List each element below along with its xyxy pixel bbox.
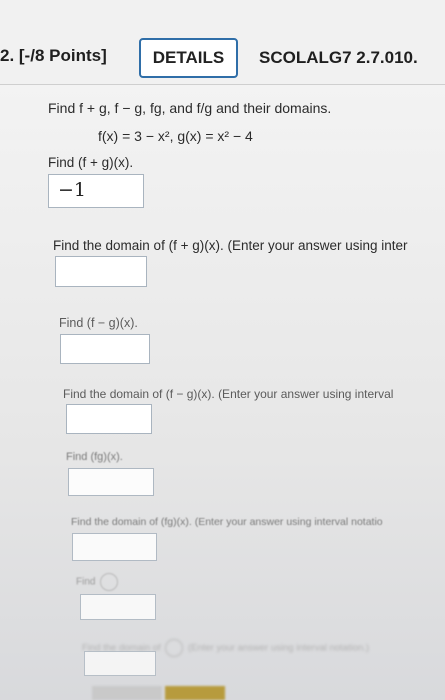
question-header: 2. [-/8 Points] DETAILS SCOLALG7 2.7.010…: [0, 0, 445, 85]
part-6-label: Find the domain of (fg)(x). (Enter your …: [71, 516, 383, 528]
part-8-suffix: (Enter your answer using interval notati…: [187, 642, 370, 654]
part-1-label: Find (f + g)(x).: [48, 155, 134, 170]
part-3-label: Find (f − g)(x).: [59, 316, 138, 330]
part-7-label: Find: [76, 573, 120, 591]
fraction-f-over-g-icon: [100, 573, 119, 591]
question-number: 2. [-/8 Points]: [0, 46, 107, 65]
part-4-label: Find the domain of (f − g)(x). (Enter yo…: [63, 387, 394, 401]
answer-box-f-plus-g[interactable]: −1: [48, 174, 144, 208]
answer-box-f-over-g[interactable]: [80, 594, 156, 620]
problem-instruction: Find f + g, f − g, fg, and f/g and their…: [48, 100, 332, 116]
function-definitions: f(x) = 3 − x², g(x) = x² − 4: [98, 128, 253, 144]
answer-box-domain-f-over-g[interactable]: [84, 651, 156, 676]
fraction-f-over-g-icon: [165, 639, 184, 657]
part-2-label: Find the domain of (f + g)(x). (Enter yo…: [53, 238, 408, 253]
answer-box-domain-fg[interactable]: [72, 533, 157, 561]
part-5-label: Find (fg)(x).: [66, 451, 123, 463]
answer-box-domain-f-plus-g[interactable]: [55, 256, 147, 287]
answer-box-domain-f-minus-g[interactable]: [66, 404, 152, 434]
read-it-button[interactable]: [165, 686, 225, 700]
details-button[interactable]: DETAILS: [139, 38, 238, 78]
answer-box-fg[interactable]: [68, 468, 154, 496]
answer-box-f-minus-g[interactable]: [60, 334, 150, 364]
problem-code: SCOLALG7 2.7.010.: [259, 48, 418, 67]
answer-value: −1: [58, 179, 87, 201]
need-help-button[interactable]: [92, 686, 162, 700]
part-7-text: Find: [76, 576, 96, 588]
